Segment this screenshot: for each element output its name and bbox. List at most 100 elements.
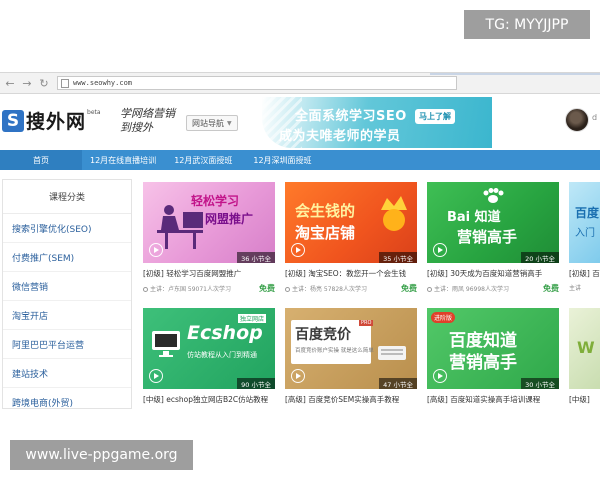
course-card[interactable]: 百度竞价 PRO 百度竞价账户实操 就是这么简单 47 小节全 [高级] 百度竞… <box>285 308 417 426</box>
course-meta-row: 主讲：卢东国 59071人次学习 <box>143 284 231 293</box>
site-nav-label: 网站导航 <box>192 118 224 128</box>
course-meta: 主讲：雨凤 96998人次学习 免费 <box>427 283 559 294</box>
course-title[interactable]: [中级] <box>569 394 600 405</box>
thumb-headline: 百度 <box>575 206 600 220</box>
card-badge: 进阶版 <box>431 312 456 323</box>
thumb-headline: W <box>577 338 595 357</box>
watermark-top: TG: MYYJJPP <box>464 10 590 39</box>
site-logo[interactable]: S 搜外网 beta <box>2 107 101 134</box>
slogan: 学网络营销 到搜外 <box>120 107 175 134</box>
sidebar-item-alibaba[interactable]: 阿里巴巴平台运营 <box>3 330 131 359</box>
sidebar-item-taobao[interactable]: 淘宝开店 <box>3 301 131 330</box>
play-icon[interactable] <box>149 243 163 257</box>
thumb-subline: 百度竞价账户实操 就是这么简单 <box>295 348 374 354</box>
course-thumbnail[interactable]: Bai 知道 营销高手 20 小节全 <box>427 182 559 263</box>
course-stats: 主讲 <box>569 285 582 292</box>
nav-wuhan-class[interactable]: 12月武汉面授班 <box>174 150 232 170</box>
nav-shenzhen-class[interactable]: 12月深圳面授班 <box>253 150 311 170</box>
course-title[interactable]: [高级] 百度竞价SEM实操高手教程 <box>285 394 417 405</box>
course-meta-row: 主讲：雨凤 96998人次学习 <box>427 284 509 293</box>
sidebar-title: 课程分类 <box>3 180 131 214</box>
avatar[interactable] <box>565 108 589 132</box>
sidebar-item-seo[interactable]: 搜索引擎优化(SEO) <box>3 214 131 243</box>
crown-icon <box>381 196 407 231</box>
nav-online-live[interactable]: 12月在线直播培训 <box>90 150 156 170</box>
lesson-count-badge: 30 小节全 <box>521 378 559 389</box>
user-icon <box>143 287 148 292</box>
main-nav: 首页 12月在线直播培训 12月武汉面授班 12月深圳面授班 <box>0 150 600 170</box>
course-card[interactable]: Bai 知道 营销高手 20 小节全 [初级] 30天成为百度知道营销高手 主讲… <box>427 182 559 300</box>
course-thumbnail[interactable]: 轻松学习 网盟推广 36 小节全 <box>143 182 275 263</box>
logo-text: 搜外网 <box>26 111 87 133</box>
page-icon <box>61 78 69 88</box>
watermark-bottom: www.live-ppgame.org <box>10 440 193 470</box>
course-stats: 主讲：杨亮 57828人次学习 <box>292 286 367 293</box>
thumb-headline: Ecshop <box>187 322 263 344</box>
course-title[interactable]: [初级] 30天成为百度知道营销高手 <box>427 268 559 279</box>
course-thumbnail[interactable]: W <box>569 308 600 389</box>
price-free: 免费 <box>401 284 417 293</box>
thumb-headline: 会生钱的 <box>295 202 356 220</box>
sidebar-item-wechat[interactable]: 微信营销 <box>3 272 131 301</box>
course-card[interactable]: 轻松学习 网盟推广 36 小节全 [初级] 轻松学习百度网盟推广 主讲：卢东国 … <box>143 182 275 300</box>
monitor-icon <box>152 331 180 357</box>
thumb-headline: 百度竞价 <box>295 327 351 343</box>
thumb-subline: 淘宝店铺 <box>295 224 356 242</box>
course-thumbnail[interactable]: 百度 入门 <box>569 182 600 263</box>
course-stats: 主讲：雨凤 96998人次学习 <box>434 286 509 293</box>
course-card[interactable]: 会生钱的 淘宝店铺 35 小节全 [初级] 淘宝SEO：教您开一个会生钱 主讲：… <box>285 182 417 300</box>
course-thumbnail[interactable]: Ecshop 独立网店 仿站教程从入门到精通 90 小节全 <box>143 308 275 389</box>
user-icon <box>427 287 432 292</box>
keyboard-icon <box>378 346 406 360</box>
site-nav-dropdown[interactable]: 网站导航 ▼ <box>186 115 238 131</box>
course-card[interactable]: 进阶版 百度知道 营销高手 30 小节全 [高级] 百度知道实操高手培训课程 <box>427 308 559 426</box>
course-thumbnail[interactable]: 百度竞价 PRO 百度竞价账户实操 就是这么简单 47 小节全 <box>285 308 417 389</box>
card-badge: 独立网店 <box>238 314 267 323</box>
user-name-fragment: d <box>592 113 598 122</box>
thumb-subline: 营销高手 <box>449 353 517 373</box>
play-icon[interactable] <box>433 369 447 383</box>
course-meta: 主讲：杨亮 57828人次学习 免费 <box>285 283 417 294</box>
play-icon[interactable] <box>433 243 447 257</box>
page: TG: MYYJJPP ← → ↻ www.seowhy.com S 搜外网 b… <box>0 0 600 480</box>
course-category-sidebar: 课程分类 搜索引擎优化(SEO) 付费推广(SEM) 微信营销 淘宝开店 阿里巴… <box>2 179 132 409</box>
reload-icon[interactable]: ↻ <box>37 76 51 90</box>
address-text: www.seowhy.com <box>73 79 133 87</box>
course-title[interactable]: [初级] 淘宝SEO：教您开一个会生钱 <box>285 268 417 279</box>
logo-beta: beta <box>87 109 101 116</box>
banner-cta-button[interactable]: 马上了解 <box>415 109 455 124</box>
course-card[interactable]: 百度 入门 [初级] 百 主讲 <box>569 182 600 300</box>
thumb-headline: 轻松学习 <box>191 194 240 208</box>
sidebar-item-sem[interactable]: 付费推广(SEM) <box>3 243 131 272</box>
paw-icon <box>483 188 504 203</box>
promo-banner[interactable]: 全面系统学习SEO 成为夫唯老师的学员 马上了解 <box>262 97 492 148</box>
course-title[interactable]: [高级] 百度知道实操高手培训课程 <box>427 394 559 405</box>
thumb-subline: 网盟推广 <box>205 212 254 226</box>
address-bar[interactable]: www.seowhy.com <box>57 76 457 90</box>
arrow-right-icon[interactable]: → <box>20 76 34 90</box>
nav-home[interactable]: 首页 <box>0 150 82 170</box>
course-card[interactable]: W [中级] <box>569 308 600 426</box>
course-thumbnail[interactable]: 进阶版 百度知道 营销高手 30 小节全 <box>427 308 559 389</box>
course-title[interactable]: [初级] 轻松学习百度网盟推广 <box>143 268 275 279</box>
card-badge: PRO <box>359 320 374 326</box>
thumb-subline: 仿站教程从入门到精通 <box>187 351 257 359</box>
site-header: S 搜外网 beta 学网络营销 到搜外 网站导航 ▼ 全面系统学习SEO 成为… <box>0 95 600 150</box>
play-icon[interactable] <box>291 243 305 257</box>
thumb-headline: Bai 知道 <box>447 210 501 225</box>
course-thumbnail[interactable]: 会生钱的 淘宝店铺 35 小节全 <box>285 182 417 263</box>
lesson-count-badge: 35 小节全 <box>379 252 417 263</box>
lesson-count-badge: 20 小节全 <box>521 252 559 263</box>
sidebar-item-website[interactable]: 建站技术 <box>3 359 131 388</box>
play-icon[interactable] <box>291 369 305 383</box>
chevron-down-icon: ▼ <box>227 119 232 127</box>
course-card[interactable]: Ecshop 独立网店 仿站教程从入门到精通 90 小节全 [中级] ecsho… <box>143 308 275 426</box>
lesson-count-badge: 90 小节全 <box>237 378 275 389</box>
arrow-left-icon[interactable]: ← <box>3 76 17 90</box>
price-free: 免费 <box>543 284 559 293</box>
course-title[interactable]: [中级] ecshop独立网店B2C仿站教程 <box>143 394 275 405</box>
play-icon[interactable] <box>149 369 163 383</box>
course-title[interactable]: [初级] 百 <box>569 268 600 279</box>
price-free: 免费 <box>259 284 275 293</box>
sidebar-item-crossborder[interactable]: 跨境电商(外贸) <box>3 388 131 409</box>
